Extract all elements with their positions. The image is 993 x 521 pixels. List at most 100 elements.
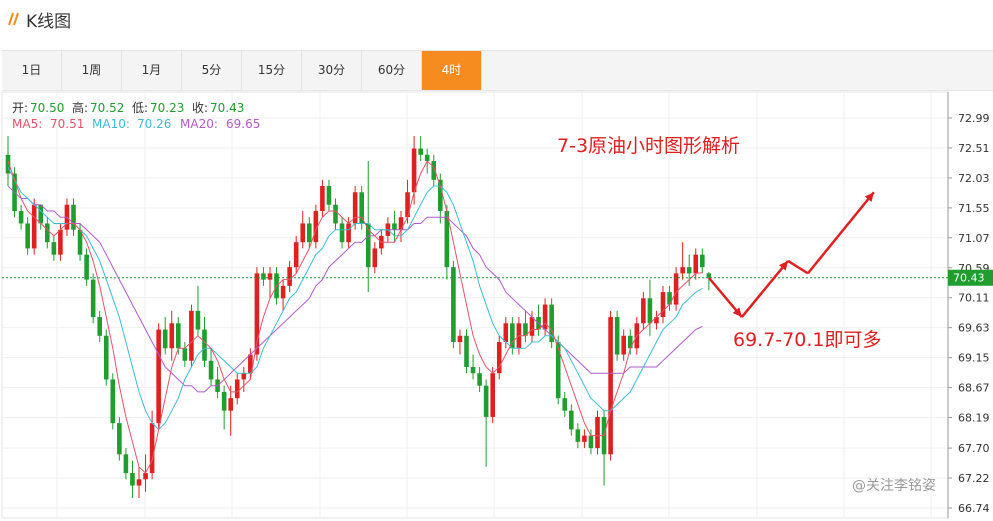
candle-body [700, 254, 705, 268]
y-tick-label: 66.74 [958, 502, 990, 515]
candle-body [221, 391, 227, 411]
candle-body [189, 310, 194, 361]
y-tick-label: 68.67 [958, 382, 990, 395]
candle-body [130, 473, 135, 486]
candle-body [287, 267, 292, 286]
tab-5[interactable]: 15分 [242, 51, 302, 90]
candle-body [529, 317, 535, 336]
candle-body [346, 223, 351, 243]
candle-body [123, 454, 129, 474]
y-tick-label: 70.11 [958, 292, 990, 305]
tab-3[interactable]: 1月 [122, 51, 182, 90]
tab-4[interactable]: 5分 [182, 51, 242, 90]
candle-body [228, 398, 233, 411]
candle-body [234, 379, 240, 399]
candle-body [307, 223, 312, 243]
ma5-value: 70.51 [50, 117, 84, 131]
tab-7[interactable]: 60分 [362, 51, 422, 90]
y-tick-label: 72.99 [958, 112, 990, 125]
candle-body [411, 148, 417, 193]
y-tick-label: 69.15 [958, 352, 990, 365]
candle-body [156, 329, 161, 424]
candle-body [31, 204, 37, 249]
kline-chart[interactable]: 72.9972.5172.0371.5571.0770.5970.1169.63… [0, 90, 993, 521]
candle-body [169, 323, 175, 349]
ma10-value: 70.26 [137, 117, 171, 131]
low-value: 70.23 [150, 101, 184, 115]
candle-body [71, 204, 76, 230]
candle-body [241, 373, 247, 380]
candle-body [300, 223, 306, 243]
candle-body [372, 248, 378, 268]
candle-body [339, 223, 345, 243]
candle-body [686, 267, 692, 274]
candle-body [569, 410, 574, 430]
candle-body [136, 479, 142, 486]
candle-body [182, 348, 188, 361]
candle-body [149, 423, 155, 474]
candle-body [280, 285, 286, 299]
ma5-label: MA5: [12, 117, 42, 131]
candle-body [608, 317, 613, 455]
candle-body [418, 148, 423, 155]
open-label: 开: [12, 101, 28, 115]
y-tick-label: 67.22 [958, 472, 990, 485]
y-tick-label: 71.55 [958, 202, 990, 215]
candle-body [103, 335, 109, 380]
candle-body [90, 279, 96, 318]
plot-frame [1, 91, 949, 519]
candle-body [562, 398, 568, 411]
ma10-label: MA10: [92, 117, 130, 131]
candle-body [555, 342, 561, 399]
tab-1[interactable]: 1日 [2, 51, 62, 90]
last-price-label: 70.43 [953, 272, 985, 285]
candle-body [117, 423, 122, 455]
candle-body [621, 335, 626, 355]
high-label: 高: [72, 100, 88, 115]
tab-6[interactable]: 30分 [302, 51, 362, 90]
tab-8[interactable]: 4时 [422, 51, 482, 90]
high-value: 70.52 [90, 101, 124, 115]
watermark: @关注李铭姿 [852, 478, 936, 494]
candle-body [58, 229, 63, 255]
timeframe-tabs: 1日 1周 1月 5分 15分 30分 60分 4时 [2, 50, 993, 91]
candle-body [195, 310, 201, 330]
candle-body [575, 429, 581, 442]
logo-icon [8, 12, 19, 26]
candle-body [84, 254, 89, 280]
candle-body [660, 292, 666, 318]
candle-body [320, 186, 325, 211]
annotation-advice: 69.7-70.1即可多 [733, 329, 881, 351]
candle-body [451, 267, 456, 343]
candle-body [97, 317, 102, 336]
candle-body [464, 335, 469, 367]
candle-body [595, 416, 600, 449]
tab-2[interactable]: 1周 [62, 51, 122, 90]
candle-body [457, 335, 463, 343]
y-tick-label: 69.63 [958, 322, 990, 335]
open-value: 70.50 [30, 101, 64, 115]
candle-body [477, 373, 482, 386]
low-label: 低: [132, 101, 148, 115]
candle-body [424, 154, 430, 162]
candle-body [405, 192, 410, 218]
y-tick-label: 72.51 [958, 142, 990, 155]
candle-body [293, 242, 299, 268]
candle-body [398, 217, 404, 230]
candle-body [18, 210, 24, 224]
candle-body [693, 254, 699, 274]
candle-body [641, 298, 646, 324]
candle-body [176, 323, 181, 349]
candle-body [267, 273, 273, 280]
candle-body [202, 329, 207, 361]
candle-body [542, 304, 548, 330]
candle-body [25, 223, 30, 249]
candle-body [162, 329, 168, 349]
candle-body [326, 186, 332, 205]
candle-body [359, 192, 364, 224]
candle-body [680, 267, 685, 274]
candle-body [614, 317, 620, 355]
annotation-title: 7-3原油小时图形解析 [557, 135, 740, 157]
candle-body [333, 204, 338, 224]
candle-body [647, 298, 653, 324]
